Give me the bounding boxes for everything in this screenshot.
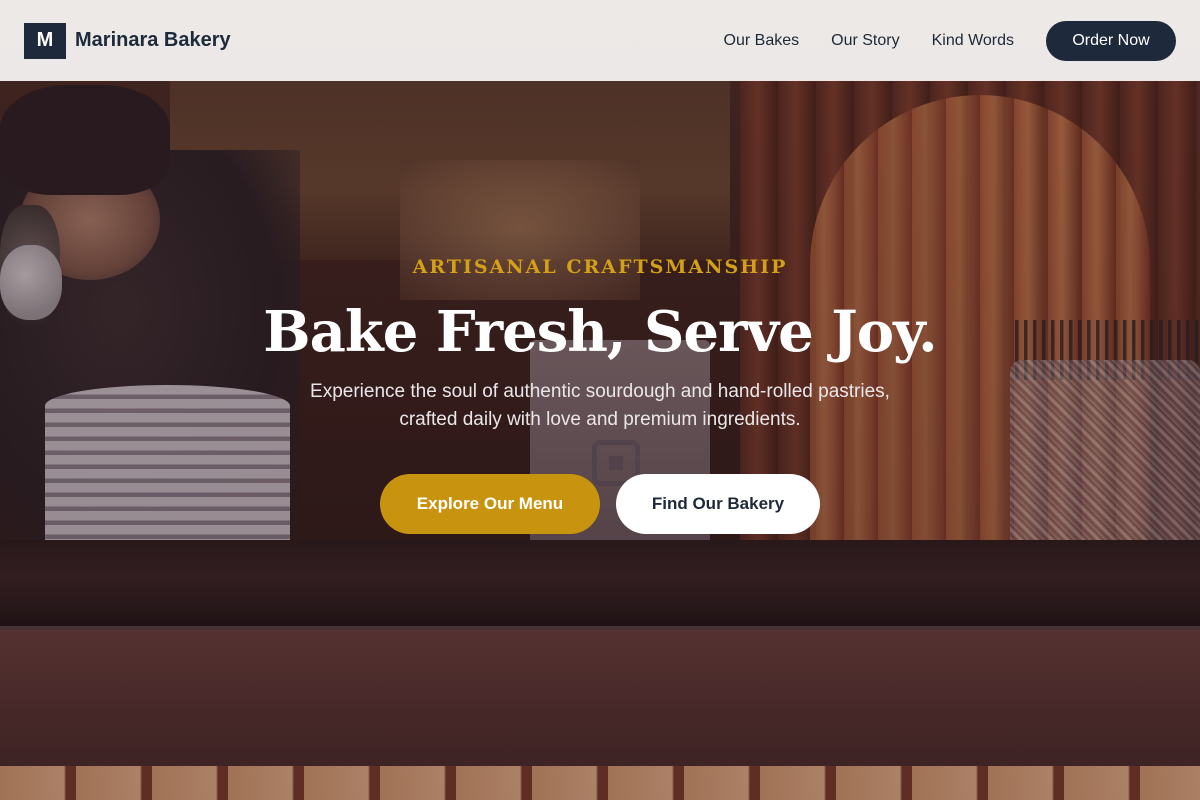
find-bakery-button[interactable]: Find Our Bakery	[616, 474, 820, 534]
hero-eyebrow: ARTISANAL CRAFTSMANSHIP	[412, 256, 788, 278]
nav-our-story[interactable]: Our Story	[831, 32, 899, 50]
brand-logo-link[interactable]: M Marinara Bakery	[24, 22, 231, 59]
hero-subtext-line-1: Experience the soul of authentic sourdou…	[310, 381, 890, 402]
hero-content: ARTISANAL CRAFTSMANSHIP Bake Fresh, Serv…	[0, 250, 1200, 534]
hero-subtext-line-2: crafted daily with love and premium ingr…	[399, 409, 801, 430]
nav-kind-words[interactable]: Kind Words	[932, 32, 1014, 50]
brand-name: Marinara Bakery	[75, 29, 231, 51]
hero-cta-row: Explore Our Menu Find Our Bakery	[0, 474, 1200, 534]
main-nav: Our Bakes Our Story Kind Words Order Now	[724, 20, 1176, 61]
site-header: M Marinara Bakery Our Bakes Our Story Ki…	[0, 0, 1200, 81]
hero-headline: Bake Fresh, Serve Joy.	[263, 299, 937, 365]
order-now-button[interactable]: Order Now	[1046, 20, 1176, 61]
explore-menu-button[interactable]: Explore Our Menu	[380, 474, 600, 534]
logo-mark: M	[24, 22, 66, 59]
nav-our-bakes[interactable]: Our Bakes	[724, 32, 800, 50]
hero-subtext: Experience the soul of authentic sourdou…	[0, 378, 1200, 434]
